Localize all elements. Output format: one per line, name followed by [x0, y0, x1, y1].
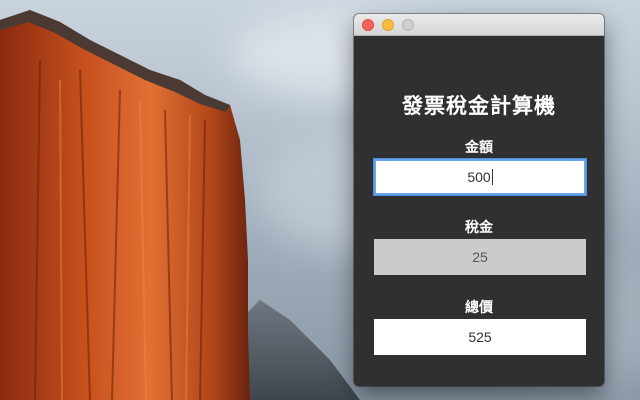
tax-label: 稅金 — [465, 220, 493, 236]
close-traffic-light-icon[interactable] — [362, 19, 374, 31]
total-label: 總價 — [465, 300, 493, 316]
minimize-traffic-light-icon[interactable] — [382, 19, 394, 31]
tax-output: 25 — [374, 239, 586, 275]
text-caret — [491, 168, 493, 185]
window-titlebar[interactable] — [354, 14, 604, 36]
amount-input[interactable]: 500 — [374, 159, 586, 195]
total-output: 525 — [374, 319, 586, 355]
amount-label: 金額 — [465, 140, 493, 156]
calculator-window: 發票稅金計算機 金額 500 稅金 25 總價 525 — [354, 14, 604, 386]
maximize-traffic-light-icon — [402, 19, 414, 31]
amount-input-value: 500 — [467, 169, 491, 185]
app-title: 發票稅金計算機 — [402, 94, 556, 118]
